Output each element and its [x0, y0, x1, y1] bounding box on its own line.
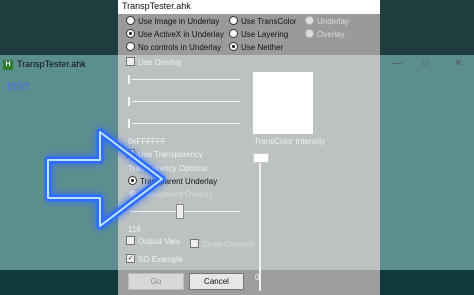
- minimize-icon[interactable]: —: [392, 58, 402, 69]
- dialog-title: TranspTester.ahk: [122, 1, 191, 11]
- slider-tick: [128, 97, 130, 106]
- transparency-slider-thumb[interactable]: [176, 204, 184, 219]
- close-icon[interactable]: ✕: [454, 58, 462, 69]
- checkbox-checked-icon: ✓: [126, 254, 135, 264]
- radio-selected-icon: [229, 42, 238, 52]
- show-controls-checkbox[interactable]: Show Controls: [190, 239, 254, 249]
- checkbox-icon: [190, 239, 199, 249]
- green-slider[interactable]: [128, 97, 240, 106]
- so-example-checkbox[interactable]: ✓ SO Example: [126, 254, 183, 264]
- background-test-text: TEST: [6, 82, 30, 93]
- dialog-titlebar: TranspTester.ahk: [118, 0, 380, 14]
- radio-use-activex-underlay[interactable]: Use ActiveX in Underlay: [126, 29, 224, 39]
- radio-use-transcolor[interactable]: Use TransColor: [229, 16, 297, 26]
- go-button[interactable]: Go: [128, 273, 184, 290]
- radio-icon: [126, 16, 135, 26]
- slider-tick: [128, 75, 130, 84]
- radio-icon: [229, 16, 238, 26]
- slider-track: [132, 79, 240, 80]
- checkbox-icon: [126, 57, 135, 67]
- radio-use-layering[interactable]: Use Layering: [229, 29, 288, 39]
- output-vars-checkbox[interactable]: Output Vars: [126, 236, 180, 246]
- radio-disabled-icon: [305, 16, 314, 26]
- radio-disabled-icon: [305, 29, 314, 39]
- color-preview: [253, 72, 313, 134]
- slider-track: [132, 101, 240, 102]
- glowing-arrow-icon: [44, 128, 166, 230]
- radio-use-neither[interactable]: Use Neither: [229, 42, 283, 52]
- radio-selected-icon: [126, 29, 135, 39]
- radio-no-controls-underlay[interactable]: No controls in Underlay: [126, 42, 221, 52]
- intensity-slider[interactable]: [259, 163, 261, 291]
- intensity-slider-thumb[interactable]: [253, 153, 269, 163]
- radio-overlay[interactable]: Overlay: [305, 29, 345, 39]
- radio-icon: [126, 42, 135, 52]
- radio-use-image-underlay[interactable]: Use Image in Underlay: [126, 16, 219, 26]
- ahk-app-icon: H: [3, 60, 13, 70]
- intensity-value: 0: [255, 273, 260, 282]
- radio-underlay[interactable]: Underlay: [305, 16, 349, 26]
- maximize-icon[interactable]: □: [422, 58, 428, 69]
- background-window-title: TranspTester.ahk: [17, 59, 86, 69]
- cancel-button[interactable]: Cancel: [189, 273, 244, 290]
- radio-icon: [229, 29, 238, 39]
- use-overlay-checkbox[interactable]: Use Overlay: [126, 57, 182, 67]
- red-slider[interactable]: [128, 75, 240, 84]
- transcolor-intensity-label: TransColor Intensity: [254, 137, 326, 146]
